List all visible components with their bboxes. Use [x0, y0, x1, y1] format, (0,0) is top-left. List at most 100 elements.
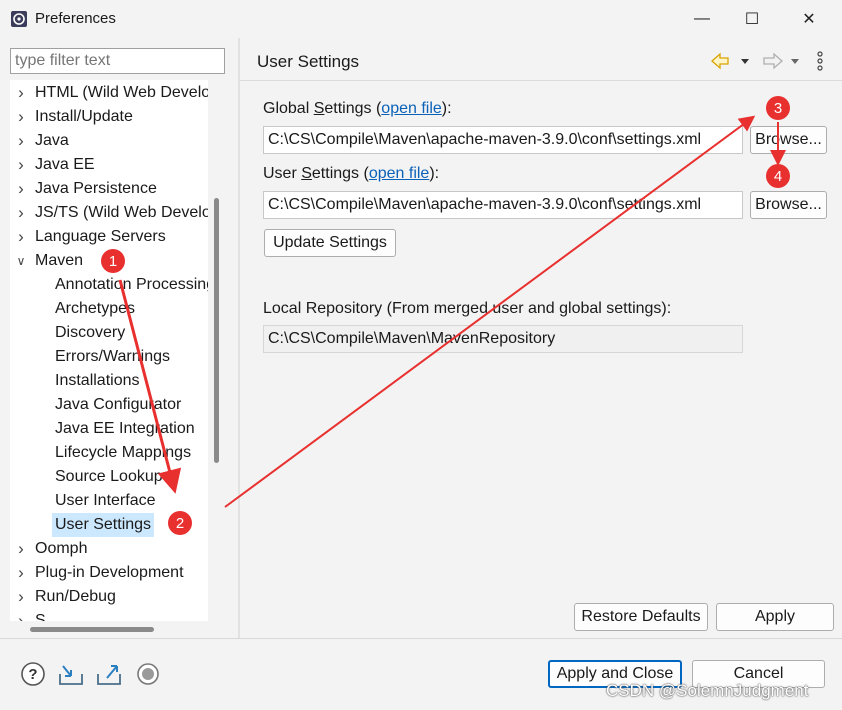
svg-text:?: ? [28, 666, 37, 683]
tree-item[interactable]: › Run/Debug [10, 585, 208, 609]
chevron-right-icon[interactable]: › [14, 153, 28, 177]
annotation-badge-4: 4 [766, 164, 790, 188]
chevron-right-icon[interactable]: › [14, 81, 28, 105]
tree-item[interactable]: Discovery [10, 321, 208, 345]
user-settings-field[interactable]: C:\CS\Compile\Maven\apache-maven-3.9.0\c… [263, 191, 743, 219]
filter-input[interactable] [10, 48, 225, 74]
tree-item-label: Source Lookup [55, 468, 163, 485]
update-settings-button[interactable]: Update Settings [264, 229, 396, 257]
tree-item-label: Java EE Integration [55, 420, 195, 437]
tree-item-label: Install/Update [35, 108, 133, 125]
restore-defaults-button[interactable]: Restore Defaults [574, 603, 708, 631]
tree-item-label: User Interface [55, 492, 156, 509]
user-open-file-link[interactable]: open file [369, 165, 430, 182]
chevron-right-icon[interactable]: › [14, 225, 28, 249]
minimize-icon: — [694, 10, 710, 27]
chevron-right-icon[interactable]: › [14, 561, 28, 585]
chevron-right-icon[interactable]: › [14, 201, 28, 225]
tree-item-label: Maven [35, 252, 84, 269]
close-window-button[interactable]: ✕ [786, 4, 832, 34]
view-menu-icon[interactable] [817, 51, 823, 71]
maximize-button[interactable]: ☐ [729, 4, 775, 34]
footer-separator [0, 638, 842, 639]
tree-item-label: Plug-in Development [35, 564, 184, 581]
tree-item[interactable]: Errors/Warnings [10, 345, 208, 369]
tree-item[interactable]: › Java Persistence [10, 177, 208, 201]
tree-item-label: Java [35, 132, 69, 149]
global-settings-label: Global Settings (open file): [263, 100, 452, 117]
tree-item[interactable]: › Plug-in Development [10, 561, 208, 585]
tree-item[interactable]: Source Lookup [10, 465, 208, 489]
user-browse-button[interactable]: Browse... [750, 191, 827, 219]
back-arrow-icon[interactable] [711, 52, 729, 70]
tree-item[interactable]: › HTML (Wild Web Developer) [10, 81, 208, 105]
tree-item[interactable]: › Java [10, 129, 208, 153]
oomph-record-icon[interactable] [134, 660, 162, 688]
tree-item-label: Installations [55, 372, 140, 389]
tree-vertical-scrollbar[interactable] [214, 198, 219, 463]
chevron-right-icon[interactable]: › [14, 177, 28, 201]
tree-item[interactable]: › Language Servers [10, 225, 208, 249]
tree-item[interactable]: › Oomph [10, 537, 208, 561]
tree-item[interactable]: Archetypes [10, 297, 208, 321]
chevron-down-icon[interactable]: ∨ [14, 249, 28, 273]
tree-item-label: Lifecycle Mappings [55, 444, 192, 461]
apply-button[interactable]: Apply [716, 603, 834, 631]
tree-item-label: S [35, 612, 46, 621]
tree-item[interactable]: › Install/Update [10, 105, 208, 129]
minimize-button[interactable]: — [679, 4, 725, 34]
tree-item-label: Java Persistence [35, 180, 157, 197]
chevron-right-icon[interactable]: › [14, 105, 28, 129]
window-title: Preferences [35, 10, 116, 27]
tree-item-label: User Settings [52, 513, 155, 537]
tree-item[interactable]: Java Configurator [10, 393, 208, 417]
tree-item[interactable]: › JS/TS (Wild Web Developer) [10, 201, 208, 225]
tree-item[interactable]: Annotation Processing [10, 273, 208, 297]
tree-item-label: Java EE [35, 156, 95, 173]
tree-item-label: JS/TS (Wild Web Developer) [35, 204, 208, 221]
preferences-tree: › HTML (Wild Web Developer) › Install/Updat… [10, 80, 208, 621]
tree-item[interactable]: Installations [10, 369, 208, 393]
local-repository-field: C:\CS\Compile\Maven\MavenRepository [263, 325, 743, 353]
tree-item[interactable]: › S [10, 609, 208, 621]
tree-item-label: HTML (Wild Web Developer) [35, 84, 208, 101]
tree-item-label: Archetypes [55, 300, 136, 317]
local-repository-label: Local Repository (From merged user and g… [263, 300, 672, 317]
import-icon[interactable] [57, 660, 85, 688]
maximize-icon: ☐ [744, 11, 760, 28]
tree-item-label: Errors/Warnings [55, 348, 170, 365]
annotation-badge-3: 3 [766, 96, 790, 120]
global-settings-field[interactable]: C:\CS\Compile\Maven\apache-maven-3.9.0\c… [263, 126, 743, 154]
tree-item-label: Run/Debug [35, 588, 116, 605]
csdn-watermark: CSDN @SolemnJudgment [606, 681, 809, 700]
chevron-right-icon[interactable]: › [14, 609, 28, 621]
global-browse-button[interactable]: Browse... [750, 126, 827, 154]
tree-item[interactable]: User Interface [10, 489, 208, 513]
back-dropdown-icon[interactable] [741, 59, 749, 64]
export-icon[interactable] [95, 660, 123, 688]
forward-dropdown-icon[interactable] [791, 59, 799, 64]
help-icon[interactable]: ? [19, 660, 47, 688]
header-separator [240, 80, 842, 81]
close-icon: ✕ [802, 11, 816, 28]
tree-horizontal-scrollbar[interactable] [30, 627, 154, 632]
eclipse-app-icon [11, 11, 27, 27]
tree-item[interactable]: Java EE Integration [10, 417, 208, 441]
tree-item-label: Oomph [35, 540, 88, 557]
tree-item[interactable]: Lifecycle Mappings [10, 441, 208, 465]
chevron-right-icon[interactable]: › [14, 585, 28, 609]
tree-item-label: Language Servers [35, 228, 166, 245]
chevron-right-icon[interactable]: › [14, 537, 28, 561]
page-title: User Settings [257, 52, 360, 71]
navigation-toolbar [711, 51, 823, 71]
tree-item-label: Annotation Processing [55, 276, 208, 293]
chevron-right-icon[interactable]: › [14, 129, 28, 153]
tree-item[interactable]: › Java EE [10, 153, 208, 177]
panel-divider[interactable] [238, 38, 240, 638]
tree-item-label: Java Configurator [55, 396, 182, 413]
annotation-badge-2: 2 [168, 511, 192, 535]
user-settings-label: User Settings (open file): [263, 165, 440, 182]
global-open-file-link[interactable]: open file [381, 100, 442, 117]
forward-arrow-icon[interactable] [763, 52, 783, 70]
annotation-badge-1: 1 [101, 249, 125, 273]
